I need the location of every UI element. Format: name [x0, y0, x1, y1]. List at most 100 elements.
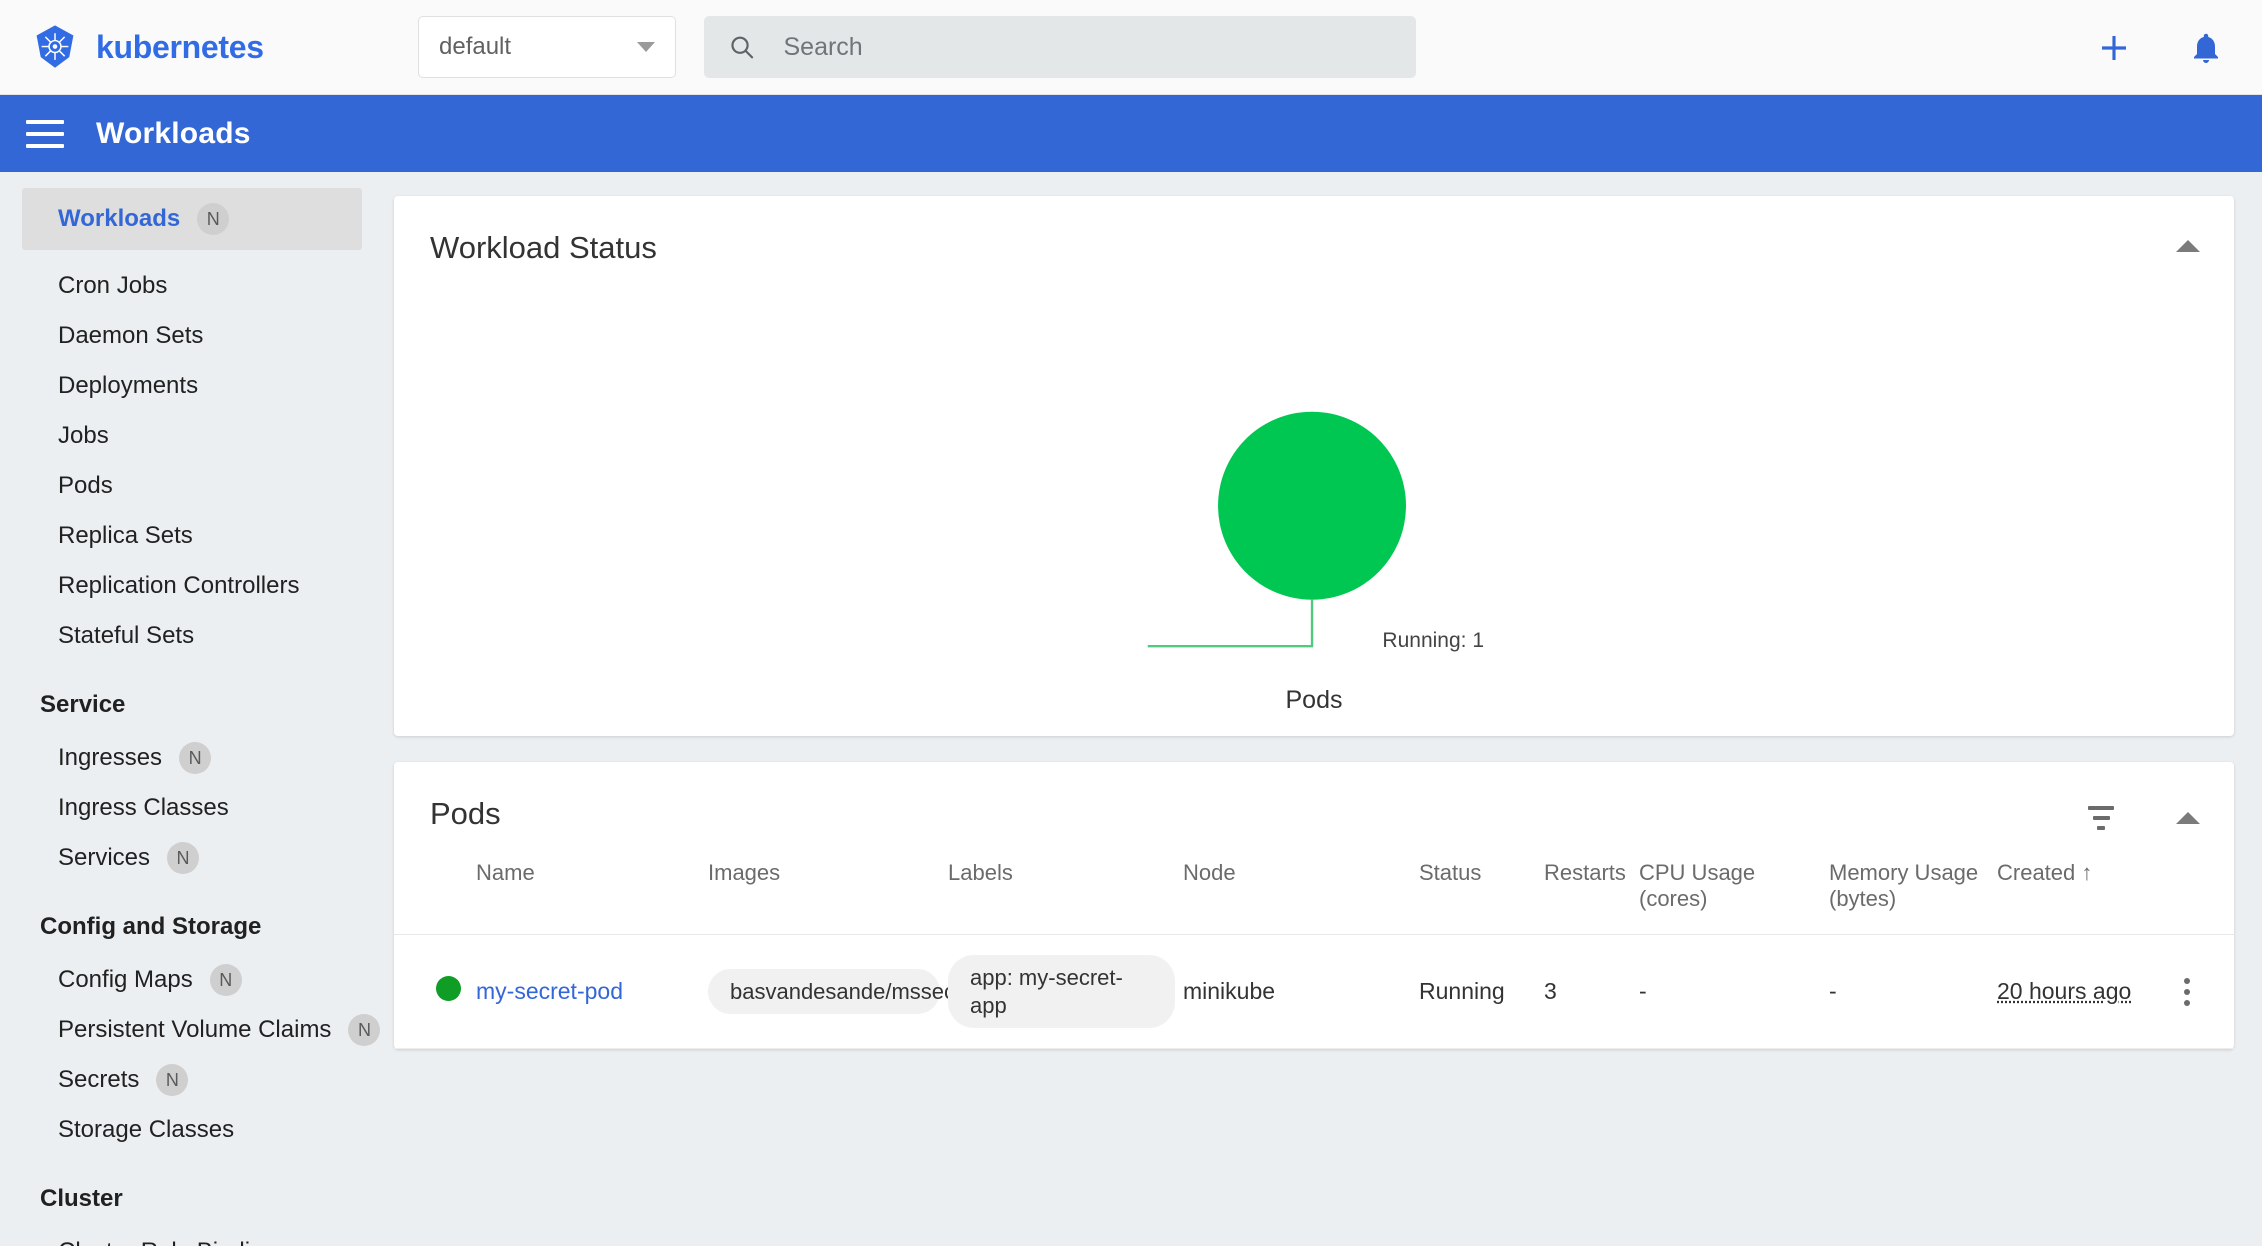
- sidebar-item-label: Secrets: [58, 1066, 139, 1094]
- chevron-down-icon: [637, 42, 655, 52]
- sidebar-item-secrets[interactable]: Secrets N: [0, 1055, 386, 1105]
- namespace-selector[interactable]: default: [418, 16, 676, 78]
- sidebar-item-label: Ingress Classes: [58, 794, 229, 822]
- sidebar-item-replica-sets[interactable]: Replica Sets: [0, 511, 386, 561]
- sidebar-item-replication-controllers[interactable]: Replication Controllers: [0, 561, 386, 611]
- sidebar-item-cron-jobs[interactable]: Cron Jobs: [0, 261, 386, 311]
- search-box[interactable]: [704, 16, 1416, 78]
- sidebar-item-label: Replica Sets: [58, 522, 193, 550]
- column-status-indicator: [394, 832, 476, 935]
- sidebar-item-label: Daemon Sets: [58, 322, 203, 350]
- search-input[interactable]: [784, 33, 1393, 62]
- sidebar-item-label: Cron Jobs: [58, 272, 167, 300]
- status-running-dot: [436, 976, 461, 1001]
- sidebar-item-services[interactable]: Services N: [0, 833, 386, 883]
- sidebar-item-workloads[interactable]: Workloads N: [22, 188, 362, 250]
- hamburger-menu-icon[interactable]: [26, 120, 64, 148]
- column-memory-usage[interactable]: Memory Usage (bytes): [1829, 832, 1997, 935]
- sort-ascending-icon: ↑: [2081, 860, 2092, 885]
- column-restarts[interactable]: Restarts: [1544, 832, 1639, 935]
- sidebar-section-service: Service: [0, 661, 386, 733]
- sidebar: Workloads N Cron Jobs Daemon Sets Deploy…: [0, 172, 386, 1246]
- sidebar-item-ingresses[interactable]: Ingresses N: [0, 733, 386, 783]
- chevron-up-icon[interactable]: [2176, 240, 2200, 252]
- filter-icon[interactable]: [2088, 806, 2114, 830]
- namespaced-badge: N: [167, 842, 199, 874]
- page-title: Workloads: [96, 117, 251, 151]
- column-name[interactable]: Name: [476, 832, 708, 935]
- sidebar-item-persistent-volume-claims[interactable]: Persistent Volume Claims N: [0, 1005, 386, 1055]
- card-title: Workload Status: [430, 230, 657, 266]
- sidebar-item-label: Storage Classes: [58, 1116, 234, 1144]
- workload-status-header: Workload Status: [394, 196, 2234, 266]
- cell-labels: app: my-secret-app: [948, 935, 1183, 1049]
- sidebar-item-stateful-sets[interactable]: Stateful Sets: [0, 611, 386, 661]
- image-chip: basvandesande/mssecret: [708, 969, 940, 1015]
- sidebar-item-config-maps[interactable]: Config Maps N: [0, 955, 386, 1005]
- sidebar-item-label: Replication Controllers: [58, 572, 299, 600]
- table-row[interactable]: my-secret-pod basvandesande/mssecret app…: [394, 935, 2234, 1049]
- column-images[interactable]: Images: [708, 832, 948, 935]
- namespaced-badge: N: [179, 742, 211, 774]
- sidebar-item-daemon-sets[interactable]: Daemon Sets: [0, 311, 386, 361]
- workload-status-card: Workload Status Running: 1 Pods: [394, 196, 2234, 736]
- cell-memory-usage: -: [1829, 935, 1997, 1049]
- cell-images: basvandesande/mssecret: [708, 935, 948, 1049]
- sidebar-item-label: Persistent Volume Claims: [58, 1016, 331, 1044]
- pods-card: Pods Name Images Labels Node: [394, 762, 2234, 1049]
- plus-icon[interactable]: [2094, 28, 2134, 68]
- bell-icon[interactable]: [2186, 28, 2226, 68]
- namespaced-badge: N: [197, 203, 229, 235]
- sidebar-item-label: Stateful Sets: [58, 622, 194, 650]
- sidebar-section-cluster: Cluster: [0, 1155, 386, 1227]
- brand-logo[interactable]: kubernetes: [30, 24, 370, 70]
- column-created[interactable]: Created ↑: [1997, 832, 2147, 935]
- column-created-label: Created: [1997, 860, 2075, 885]
- pie-leader-line: [1148, 600, 1312, 646]
- column-labels[interactable]: Labels: [948, 832, 1183, 935]
- sidebar-item-ingress-classes[interactable]: Ingress Classes: [0, 783, 386, 833]
- table-header-row: Name Images Labels Node Status Restarts …: [394, 832, 2234, 935]
- topbar-actions: [2094, 0, 2226, 95]
- pods-card-header: Pods: [394, 762, 2234, 832]
- namespace-value: default: [439, 33, 511, 61]
- pie-slice-running: [1218, 412, 1406, 600]
- sidebar-item-deployments[interactable]: Deployments: [0, 361, 386, 411]
- more-vertical-icon[interactable]: [2147, 978, 2226, 1006]
- sidebar-item-label: Cluster Role Bindings: [58, 1238, 289, 1246]
- namespaced-badge: N: [156, 1064, 188, 1096]
- column-node[interactable]: Node: [1183, 832, 1419, 935]
- page-body: Workloads N Cron Jobs Daemon Sets Deploy…: [0, 172, 2262, 1246]
- main-content: Workload Status Running: 1 Pods Pods: [386, 172, 2262, 1246]
- sidebar-item-cluster-role-bindings[interactable]: Cluster Role Bindings: [0, 1227, 386, 1246]
- pods-status-pie-chart: Running: 1 Pods: [394, 266, 2234, 736]
- column-status[interactable]: Status: [1419, 832, 1544, 935]
- top-bar: kubernetes default: [0, 0, 2262, 95]
- sidebar-item-label: Ingresses: [58, 744, 162, 772]
- cell-node: minikube: [1183, 935, 1419, 1049]
- sidebar-item-label: Config Maps: [58, 966, 193, 994]
- card-title: Pods: [430, 796, 501, 832]
- cell-status-indicator: [394, 935, 476, 1049]
- cell-cpu-usage: -: [1639, 935, 1829, 1049]
- cell-actions: [2147, 935, 2234, 1049]
- created-timestamp: 20 hours ago: [1997, 978, 2131, 1004]
- pie-slice-label: Running: 1: [1382, 629, 1484, 653]
- chevron-up-icon[interactable]: [2176, 812, 2200, 824]
- pod-name-link[interactable]: my-secret-pod: [476, 978, 623, 1004]
- sidebar-item-label: Jobs: [58, 422, 109, 450]
- cell-restarts: 3: [1544, 935, 1639, 1049]
- brand-name: kubernetes: [96, 29, 264, 66]
- namespaced-badge: N: [210, 964, 242, 996]
- page-toolbar: Workloads: [0, 95, 2262, 172]
- sidebar-item-storage-classes[interactable]: Storage Classes: [0, 1105, 386, 1155]
- search-icon: [728, 32, 756, 62]
- sidebar-item-label: Workloads: [58, 205, 180, 233]
- sidebar-item-pods[interactable]: Pods: [0, 461, 386, 511]
- column-cpu-usage[interactable]: CPU Usage (cores): [1639, 832, 1829, 935]
- sidebar-item-jobs[interactable]: Jobs: [0, 411, 386, 461]
- sidebar-item-label: Pods: [58, 472, 113, 500]
- chart-caption: Pods: [394, 686, 2234, 715]
- pods-table: Name Images Labels Node Status Restarts …: [394, 832, 2234, 1049]
- cell-status: Running: [1419, 935, 1544, 1049]
